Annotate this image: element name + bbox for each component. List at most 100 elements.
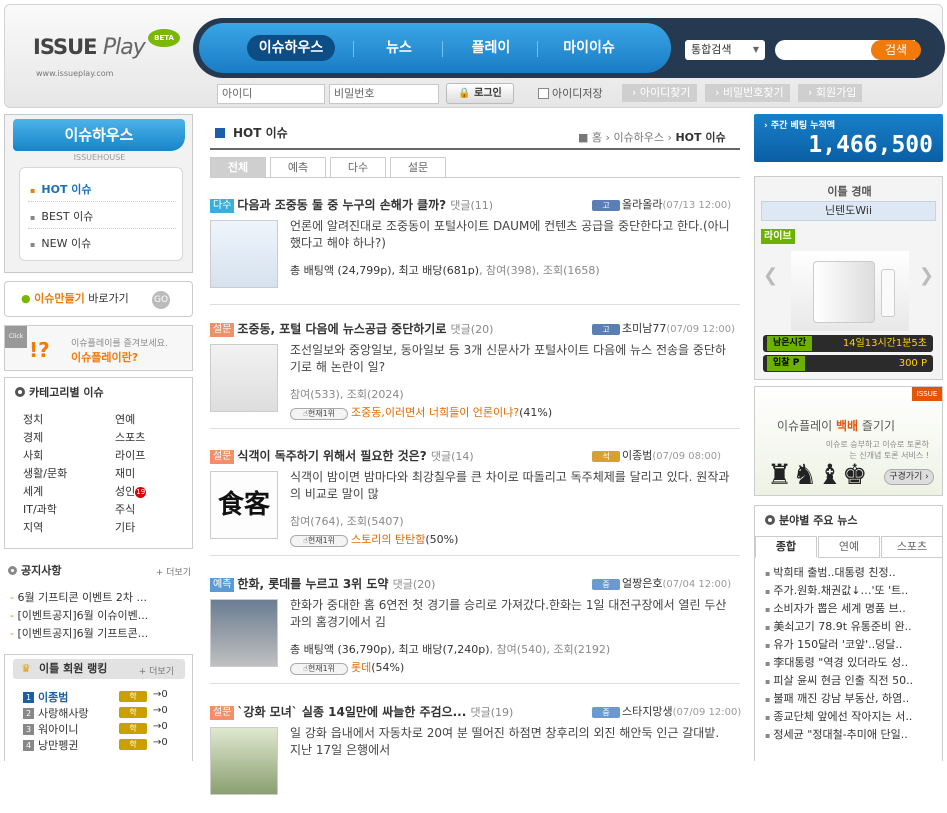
auction-item-name[interactable]: 닌텐도Wii xyxy=(761,201,936,221)
nav-play[interactable]: 플레이 xyxy=(459,35,523,61)
tab-majority[interactable]: 다수 xyxy=(330,157,386,177)
news-headline[interactable]: 불패 깨진 강남 부동산, 하염.. xyxy=(765,690,940,706)
post-author[interactable]: 고 올라올라(07/13 12:00) xyxy=(592,196,731,212)
event-banner[interactable]: ISSUE 이슈플레이 백배 즐기기 이슈로 승부하고 이슈로 토론하는 신개념… xyxy=(754,386,943,496)
category-link[interactable]: 경제 xyxy=(23,429,43,445)
post-thumbnail[interactable] xyxy=(210,599,278,667)
nav-issuehouse[interactable]: 이슈하우스 xyxy=(247,35,335,61)
about-issueplay-banner[interactable]: Click !? 이슈플레이를 즐겨보세요. 이슈플레이란? xyxy=(4,325,193,371)
find-password-link[interactable]: › 비밀번호찾기 xyxy=(705,84,790,102)
breadcrumb-current: HOT 이슈 xyxy=(675,131,726,144)
notice-more-link[interactable]: + 더보기 xyxy=(156,565,191,578)
post-thumbnail[interactable] xyxy=(210,220,278,288)
chevron-right-icon[interactable]: ❯ xyxy=(919,265,934,286)
category-link[interactable]: 생활/문화 xyxy=(23,465,67,481)
ranking-row[interactable]: 1 이종범 학 →0 xyxy=(23,689,183,705)
post-title[interactable]: 설문 식객이 독주하기 위해서 필요한 것은? 댓글(14) xyxy=(210,447,474,464)
login-id-field[interactable]: 아이디 xyxy=(217,84,325,104)
search-scope-select[interactable]: 통합검색 ▼ xyxy=(685,40,765,60)
news-headline[interactable]: 종교단체 앞에선 작아지는 서.. xyxy=(765,708,940,724)
author-name: 이종범 xyxy=(622,449,653,462)
news-headline[interactable]: 정세균 "정대철-추미애 단일.. xyxy=(765,726,940,742)
tab-predict[interactable]: 예측 xyxy=(270,157,326,177)
news-title: 분야별 주요 뉴스 xyxy=(765,512,858,528)
post-excerpt[interactable]: 일 강화 읍내에서 자동차로 20여 분 떨어진 하점면 창후리의 외진 해안둑… xyxy=(290,725,730,759)
news-headline[interactable]: 피살 윤씨 현금 인출 직전 50.. xyxy=(765,672,940,688)
category-link[interactable]: 연예 xyxy=(115,411,135,427)
post-author[interactable]: 중 스타지망생(07/09 12:00) xyxy=(592,703,741,719)
notice-item[interactable]: 6월 기프티콘 이벤트 2차 ... xyxy=(10,589,147,605)
news-headline[interactable]: 유가 150달러 '코앞'..덩달.. xyxy=(765,636,940,652)
search-button[interactable]: 검색 xyxy=(871,40,921,60)
tab-all[interactable]: 전체 xyxy=(210,157,266,177)
news-tab-sports[interactable]: 스포츠 xyxy=(881,536,943,558)
menu-new-issue[interactable]: NEW 이슈 xyxy=(30,235,91,251)
category-link[interactable]: 성인19 xyxy=(115,483,147,499)
news-headline[interactable]: 美쇠고기 78.9t 유통준비 완.. xyxy=(765,618,940,634)
category-link[interactable]: 라이프 xyxy=(115,447,145,463)
post-title[interactable]: 설문 `강화 모녀` 실종 14일만에 싸늘한 주검으... 댓글(19) xyxy=(210,703,513,720)
ranking-row[interactable]: 3 워아이니 학 →0 xyxy=(23,721,183,737)
post-author[interactable]: 중 얼짱은호(07/04 12:00) xyxy=(592,575,731,591)
post-thumbnail[interactable]: 食客 xyxy=(210,471,278,539)
news-headline[interactable]: 李대통령 "역경 있더라도 성.. xyxy=(765,654,940,670)
post-title[interactable]: 예측 한화, 롯데를 누르고 3위 도약 댓글(20) xyxy=(210,575,435,592)
auction-item-image[interactable] xyxy=(791,251,909,331)
category-link[interactable]: 기타 xyxy=(115,519,135,535)
news-tab-entertainment[interactable]: 연예 xyxy=(818,536,880,558)
category-link[interactable]: 재미 xyxy=(115,465,135,481)
category-link[interactable]: 사회 xyxy=(23,447,43,463)
ranking-row[interactable]: 2 사랑해사랑 학 →0 xyxy=(23,705,183,721)
category-link[interactable]: 스포츠 xyxy=(115,429,145,445)
category-link[interactable]: 정치 xyxy=(23,411,43,427)
find-id-link[interactable]: › 아이디찾기 xyxy=(622,84,697,102)
remaining-time: 남은시간 14일13시간1분5초 xyxy=(763,335,933,352)
breadcrumb-home[interactable]: 홈 xyxy=(592,131,602,144)
logo[interactable]: ISSUE Play xyxy=(33,35,146,60)
post-excerpt[interactable]: 식객이 밤이면 밤마다와 최강칠우를 큰 차이로 따돌리고 독주체제를 달리고 … xyxy=(290,469,730,503)
post-author[interactable]: 고 초미남77(07/09 12:00) xyxy=(592,320,735,336)
comment-count[interactable]: 댓글(14) xyxy=(431,450,474,463)
tab-survey[interactable]: 설문 xyxy=(390,157,446,177)
make-issue-link[interactable]: ● 이슈만들기 바로가기 GO xyxy=(4,281,193,317)
category-link[interactable]: 지역 xyxy=(23,519,43,535)
save-id-checkbox[interactable]: 아이디저장 xyxy=(538,85,603,101)
post-title[interactable]: 다수 다음과 조중동 둘 중 누구의 손해가 클까? 댓글(11) xyxy=(210,196,493,213)
event-view-button[interactable]: 구경가기 › xyxy=(884,469,934,485)
rank-score: →0 xyxy=(153,705,168,716)
menu-best-issue[interactable]: BEST 이슈 xyxy=(30,208,93,224)
comment-count[interactable]: 댓글(20) xyxy=(451,323,494,336)
comment-count[interactable]: 댓글(11) xyxy=(450,199,493,212)
post-thumbnail[interactable] xyxy=(210,727,278,795)
signup-link[interactable]: › 회원가입 xyxy=(798,84,863,102)
comment-count[interactable]: 댓글(20) xyxy=(393,578,436,591)
news-tab-general[interactable]: 종합 xyxy=(755,536,817,558)
news-headline[interactable]: 박희태 출범..대통령 친정.. xyxy=(765,564,940,580)
console-image xyxy=(813,261,875,323)
breadcrumb-issuehouse[interactable]: 이슈하우스 xyxy=(613,131,664,144)
chevron-left-icon[interactable]: ❮ xyxy=(763,265,778,286)
notice-item[interactable]: [이벤트공지]6월 기프트콘... xyxy=(10,625,148,641)
post-excerpt[interactable]: 조선일보와 중앙일보, 동아일보 등 3개 신문사가 포털사이트 다음에 뉴스 … xyxy=(290,342,730,376)
ranking-row[interactable]: 4 낭만펭귄 학 →0 xyxy=(23,737,183,753)
login-password-field[interactable]: 비밀번호 xyxy=(329,84,439,104)
category-link[interactable]: 세계 xyxy=(23,483,43,499)
category-link[interactable]: IT/과학 xyxy=(23,501,57,517)
comment-count[interactable]: 댓글(19) xyxy=(470,706,513,719)
current-rank-badge: ☝현재1위 xyxy=(290,663,348,675)
menu-hot-issue[interactable]: HOT 이슈 xyxy=(30,181,91,197)
post-author[interactable]: 석 이종범(07/09 08:00) xyxy=(592,447,721,463)
news-headline[interactable]: 소비자가 뽑은 세계 명품 브.. xyxy=(765,600,940,616)
post-title[interactable]: 설문 조중동, 포털 다음에 뉴스공급 중단하기로 댓글(20) xyxy=(210,320,493,337)
nav-myissue[interactable]: 마이이슈 xyxy=(551,35,627,61)
post-excerpt[interactable]: 언론에 알려진대로 조중동이 포털사이트 DAUM에 컨텐츠 공급을 중단한다고… xyxy=(290,218,730,252)
login-button[interactable]: 🔒 로그인 xyxy=(446,83,514,104)
nav-news[interactable]: 뉴스 xyxy=(369,35,429,61)
post-thumbnail[interactable] xyxy=(210,344,278,412)
notice-item[interactable]: [이벤트공지]6월 이슈이벤... xyxy=(10,607,148,623)
category-link[interactable]: 주식 xyxy=(115,501,135,517)
ranking-more-link[interactable]: + 더보기 xyxy=(139,664,174,677)
news-headline[interactable]: 주가.원화.채권값↓…'또 '트.. xyxy=(765,582,940,598)
post-excerpt[interactable]: 한화가 중대한 홈 6연전 첫 경기를 승리로 가져갔다.한화는 1일 대전구장… xyxy=(290,597,730,631)
category-label: 스포츠 xyxy=(115,431,146,444)
